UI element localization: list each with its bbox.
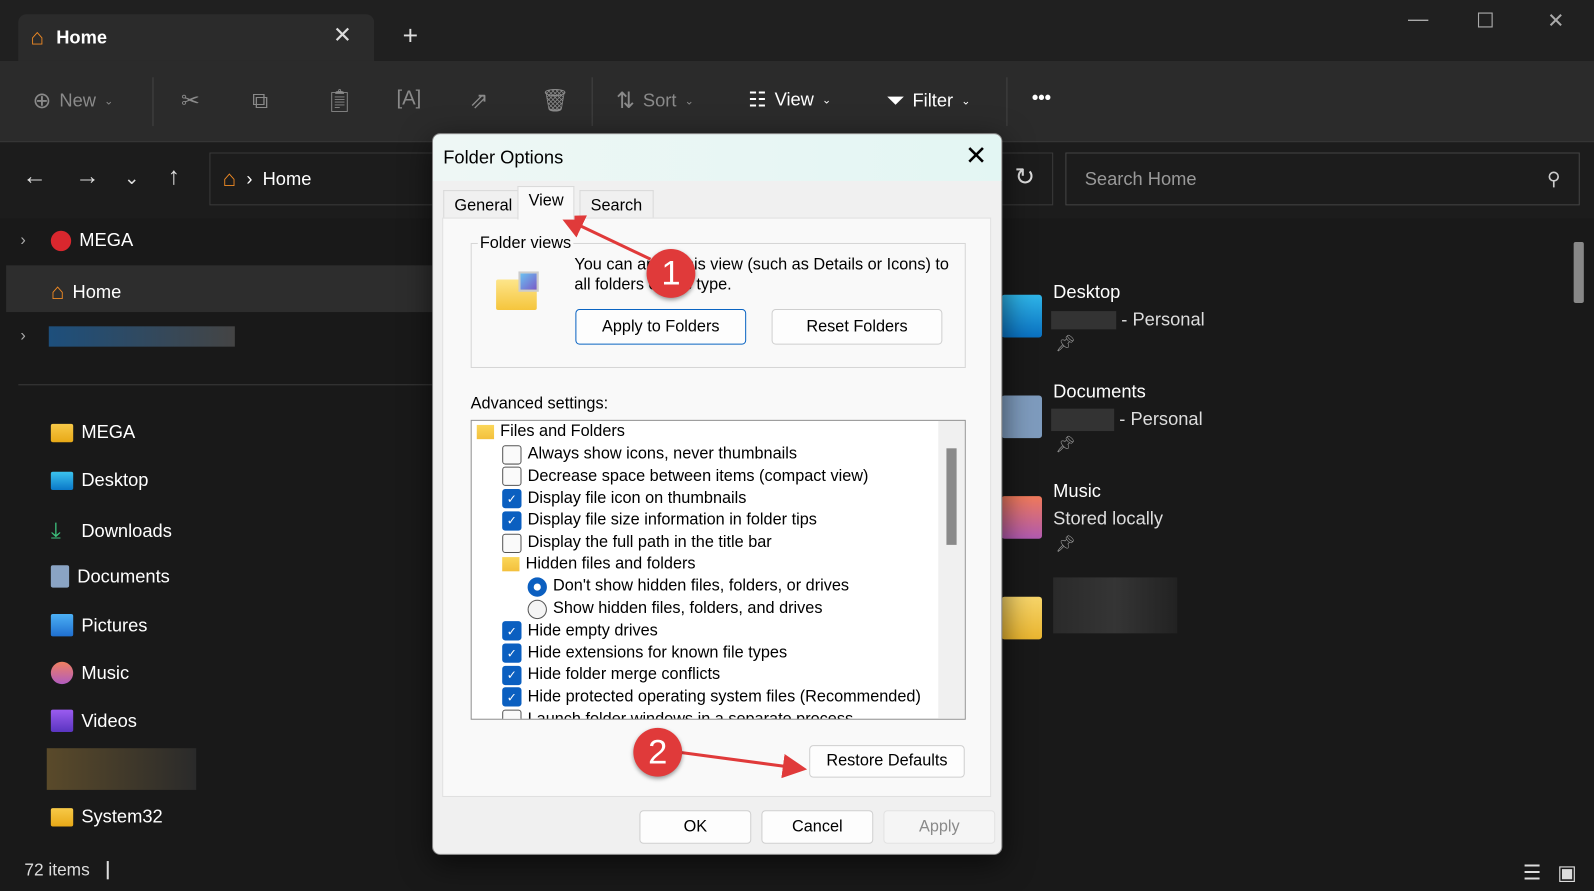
annotation-arrows — [559, 215, 808, 779]
arrow-to-restore-defaults — [678, 750, 808, 779]
step-2-badge: 2 — [633, 727, 683, 777]
tab-view[interactable]: View — [517, 186, 575, 220]
arrow-to-view-tab — [559, 215, 652, 261]
step-1-badge: 1 — [646, 249, 696, 298]
